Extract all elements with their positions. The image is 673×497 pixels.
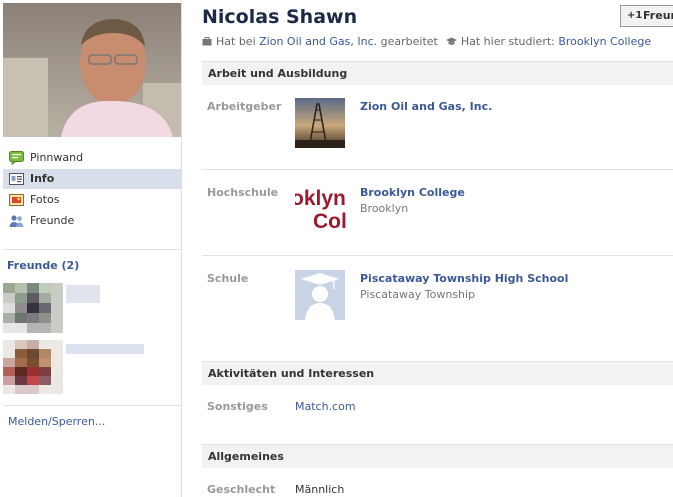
photos-icon — [9, 193, 24, 207]
other-interest-link[interactable]: Match.com — [295, 400, 356, 413]
info-icon — [9, 172, 24, 186]
nav-label: Info — [30, 172, 55, 185]
college-logo-line-2: Coll — [313, 210, 347, 233]
wall-icon — [9, 151, 24, 166]
profile-photo[interactable] — [3, 3, 181, 137]
profile-summary: Hat bei Zion Oil and Gas, Inc. gearbeite… — [202, 35, 651, 49]
friends-section-title[interactable]: Freunde (2) — [7, 259, 79, 272]
add-friend-label: Freunde — [643, 9, 673, 22]
row-divider — [202, 255, 673, 256]
study-school-link[interactable]: Brooklyn College — [558, 35, 651, 48]
school-placeholder-icon[interactable] — [295, 270, 345, 320]
report-block-link[interactable]: Melden/Sperren... — [8, 415, 105, 428]
nav-item-photos[interactable]: Fotos — [3, 190, 181, 210]
section-title: Allgemeines — [208, 450, 284, 463]
add-friend-icon: +1 — [627, 10, 643, 21]
nav-label: Pinnwand — [30, 151, 84, 164]
school-link[interactable]: Piscataway Township High School — [360, 272, 568, 285]
friend-thumbnail[interactable] — [3, 340, 63, 394]
nav-item-wall[interactable]: Pinnwand — [3, 148, 181, 168]
work-company-link[interactable]: Zion Oil and Gas, Inc. — [259, 35, 377, 48]
divider — [3, 249, 181, 250]
nav-item-friends[interactable]: Freunde — [3, 211, 181, 231]
friend-name-blurred[interactable] — [66, 344, 144, 354]
employer-label: Arbeitgeber — [207, 100, 282, 113]
nav-label: Freunde — [30, 214, 75, 227]
nav-label: Fotos — [30, 193, 60, 206]
friends-icon — [9, 214, 24, 228]
add-friend-button[interactable]: +1 Freunde — [620, 5, 673, 27]
graduation-cap-icon — [445, 36, 457, 49]
nav-item-info[interactable]: Info — [3, 169, 181, 189]
college-logo-line-1: oklyn — [295, 187, 346, 210]
section-title: Aktivitäten und Interessen — [208, 367, 375, 380]
work-suffix: gearbeitet — [380, 35, 438, 48]
other-label: Sonstiges — [207, 400, 268, 413]
friend-thumbnail[interactable] — [3, 283, 63, 333]
school-label: Schule — [207, 272, 249, 285]
section-header-work-education: Arbeit und Ausbildung — [202, 61, 673, 85]
study-prefix: Hat hier studiert: — [460, 35, 555, 48]
employer-logo[interactable] — [295, 98, 345, 148]
column-divider — [181, 0, 182, 497]
gender-value: Männlich — [295, 483, 345, 496]
gender-label: Geschlecht — [207, 483, 276, 496]
row-divider — [202, 169, 673, 170]
friend-name-blurred[interactable] — [66, 285, 100, 303]
college-location: Brooklyn — [360, 202, 409, 215]
college-link[interactable]: Brooklyn College — [360, 186, 465, 199]
section-header-activities: Aktivitäten und Interessen — [202, 361, 673, 385]
divider — [3, 405, 181, 406]
work-prefix: Hat bei — [216, 35, 256, 48]
section-title: Arbeit und Ausbildung — [208, 67, 348, 80]
employer-link[interactable]: Zion Oil and Gas, Inc. — [360, 100, 492, 113]
college-label: Hochschule — [207, 186, 279, 199]
school-location: Piscataway Township — [360, 288, 476, 301]
profile-name: Nicolas Shawn — [202, 6, 358, 28]
section-header-general: Allgemeines — [202, 444, 673, 468]
briefcase-icon — [202, 36, 212, 49]
left-sidebar: Pinnwand Info Fotos Freunde Freunde (2) … — [0, 0, 182, 497]
college-logo[interactable]: oklyn Coll — [295, 184, 347, 234]
